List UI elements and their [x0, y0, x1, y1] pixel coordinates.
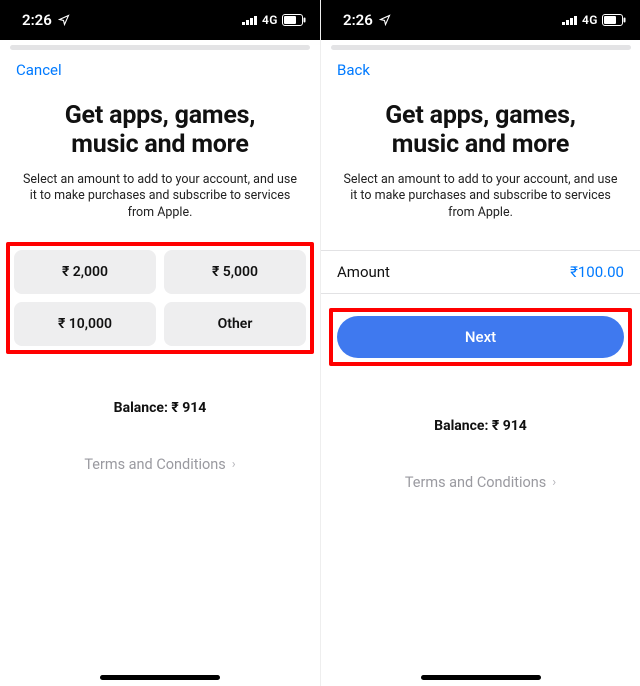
- signal-icon: [242, 15, 258, 25]
- cancel-button[interactable]: Cancel: [16, 61, 62, 79]
- amount-option-other[interactable]: Other: [164, 302, 306, 346]
- location-icon: [379, 14, 391, 26]
- status-time: 2:26: [343, 11, 373, 29]
- terms-link[interactable]: Terms and Conditions ›: [321, 474, 640, 491]
- chevron-right-icon: ›: [552, 475, 556, 490]
- amount-option-5000[interactable]: ₹ 5,000: [164, 250, 306, 294]
- signal-icon: [562, 15, 578, 25]
- nav-bar: Cancel: [0, 52, 320, 88]
- home-indicator[interactable]: [421, 675, 541, 680]
- amount-row: Amount ₹100.00: [321, 250, 640, 294]
- amount-option-2000[interactable]: ₹ 2,000: [14, 250, 156, 294]
- page-subtitle: Select an amount to add to your account,…: [337, 172, 624, 223]
- sheet-grabber: [321, 40, 640, 52]
- amount-value[interactable]: ₹100.00: [570, 263, 624, 281]
- battery-icon: [282, 14, 306, 26]
- page-title: Get apps, games, music and more: [337, 102, 624, 160]
- chevron-right-icon: ›: [232, 457, 236, 472]
- page-title: Get apps, games, music and more: [16, 102, 304, 160]
- balance-label: Balance: ₹ 914: [321, 418, 640, 434]
- terms-link[interactable]: Terms and Conditions ›: [0, 456, 320, 473]
- status-bar: 2:26 4G: [0, 0, 320, 40]
- balance-label: Balance: ₹ 914: [0, 400, 320, 416]
- amount-label: Amount: [337, 263, 390, 281]
- location-icon: [58, 14, 70, 26]
- nav-bar: Back: [321, 52, 640, 88]
- next-button-highlight: Next: [329, 308, 632, 366]
- screen-enter-amount: 2:26 4G Back Get apps, games,: [320, 0, 640, 686]
- next-button[interactable]: Next: [337, 316, 624, 358]
- network-label: 4G: [582, 13, 598, 27]
- battery-icon: [602, 14, 626, 26]
- status-bar: 2:26 4G: [321, 0, 640, 40]
- status-time: 2:26: [22, 11, 52, 29]
- amount-option-10000[interactable]: ₹ 10,000: [14, 302, 156, 346]
- home-indicator[interactable]: [100, 675, 220, 680]
- screen-select-amount: 2:26 4G Cancel Get apps, games,: [0, 0, 320, 686]
- sheet-grabber: [0, 40, 320, 52]
- back-button[interactable]: Back: [337, 61, 370, 79]
- network-label: 4G: [262, 13, 278, 27]
- amount-options-highlight: ₹ 2,000 ₹ 5,000 ₹ 10,000 Other: [6, 242, 314, 354]
- page-subtitle: Select an amount to add to your account,…: [16, 172, 304, 223]
